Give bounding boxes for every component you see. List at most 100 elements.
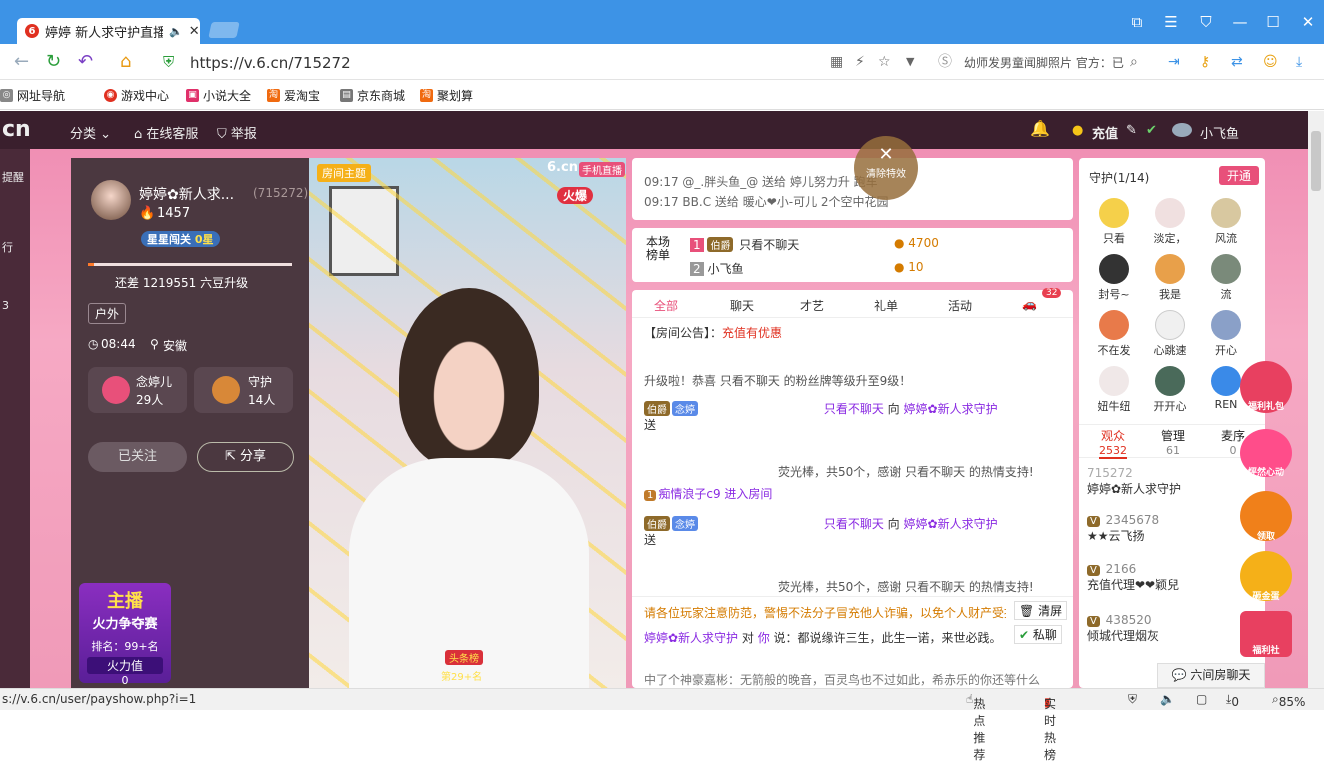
- fanclub-button[interactable]: 念婷儿 29人: [88, 367, 187, 413]
- audience-row[interactable]: V 2166 充值代理❤❤颖兒: [1087, 562, 1179, 593]
- qrcode-icon[interactable]: ▦: [830, 52, 843, 72]
- dropdown-icon[interactable]: ▼: [906, 52, 914, 72]
- guard-button[interactable]: 守护 14人: [194, 367, 293, 413]
- live-video[interactable]: 房间主题 6.cn 手机直播 火爆 头条榜 第29+名: [309, 158, 626, 688]
- tab-count-icon[interactable]: ⧉: [1126, 12, 1148, 32]
- clear-effects-button[interactable]: ✕ 清除特效: [854, 136, 918, 200]
- close-window-icon[interactable]: ✕: [1297, 12, 1319, 32]
- tab-audience[interactable]: 观众 2532: [1099, 427, 1127, 459]
- leaderboard-row[interactable]: 1 伯爵 只看不聊天: [690, 236, 799, 253]
- room-theme-tag[interactable]: 房间主题: [317, 164, 371, 182]
- mute-icon[interactable]: 🔈: [169, 25, 183, 38]
- welfare-gift-widget[interactable]: 福利礼包: [1240, 361, 1292, 413]
- anchor-avatar[interactable]: [91, 180, 131, 220]
- key-icon[interactable]: ⚷: [1200, 52, 1210, 72]
- bookmark-games[interactable]: ◉ 游戏中心: [104, 87, 169, 104]
- bookmark-novels[interactable]: ▣ 小说大全: [186, 87, 251, 104]
- leaderboard-row[interactable]: 2 小飞鱼: [690, 260, 743, 277]
- guard-item[interactable]: 心跳速: [1143, 310, 1197, 358]
- home-icon[interactable]: ⌂: [120, 52, 131, 72]
- download-icon[interactable]: ⤓: [1296, 52, 1302, 72]
- scrollbar-thumb[interactable]: [1311, 131, 1321, 191]
- follow-button[interactable]: 已关注: [88, 442, 187, 472]
- open-guard-button[interactable]: 开通: [1219, 166, 1260, 185]
- tab-all[interactable]: 全部: [654, 297, 678, 314]
- minimize-icon[interactable]: —: [1229, 12, 1251, 32]
- level-badge[interactable]: 星星闯关 0星: [141, 231, 220, 247]
- guard-item[interactable]: 我是: [1143, 254, 1197, 302]
- anchor-name[interactable]: 婷婷✿新人求...: [139, 184, 234, 204]
- emoji-icon[interactable]: ☺: [1263, 52, 1278, 72]
- share-button[interactable]: ⇱ 分享: [197, 442, 294, 472]
- edit-icon[interactable]: ✎: [1126, 123, 1137, 138]
- bookmark-nav[interactable]: ◎ 网址导航: [0, 87, 65, 104]
- recharge-link[interactable]: 充值: [1092, 123, 1118, 142]
- strip-link-3[interactable]: 3: [2, 299, 9, 312]
- heart-widget[interactable]: 怦然心动: [1240, 429, 1292, 478]
- undo-icon[interactable]: ↶: [78, 52, 93, 72]
- search-icon[interactable]: ⌕: [1130, 52, 1138, 72]
- translate-icon[interactable]: ⇄: [1231, 52, 1243, 72]
- guard-item[interactable]: 只看: [1087, 198, 1141, 246]
- tab-gifts[interactable]: 礼单: [874, 297, 898, 314]
- login-icon[interactable]: ⇥: [1168, 52, 1180, 72]
- new-tab-button[interactable]: [208, 22, 240, 38]
- guard-item[interactable]: 开开心: [1143, 366, 1197, 414]
- hot-recommend[interactable]: ☝ 热点推荐: [966, 692, 985, 762]
- back-icon[interactable]: ←: [14, 52, 29, 72]
- menu-icon[interactable]: ☰: [1160, 12, 1182, 32]
- private-chat-button[interactable]: ✔ 私聊: [1014, 625, 1062, 644]
- close-tab-icon[interactable]: ✕: [189, 24, 200, 39]
- category-tag[interactable]: 户外: [88, 303, 127, 324]
- announcement-link[interactable]: 充值有优惠: [722, 326, 782, 340]
- nav-support[interactable]: ⌂ 在线客服: [134, 123, 198, 142]
- clear-screen-button[interactable]: 🗑 清屏: [1014, 601, 1068, 620]
- audience-row[interactable]: 715272 婷婷✿新人求守护: [1087, 466, 1181, 497]
- tab-chat[interactable]: 聊天: [730, 297, 754, 314]
- zoom-control[interactable]: ⌕ 85%: [1272, 692, 1305, 709]
- tab-admins[interactable]: 管理 61: [1161, 427, 1185, 457]
- page-scrollbar[interactable]: [1308, 111, 1324, 688]
- headline-tag[interactable]: 头条榜: [445, 650, 483, 665]
- site-logo[interactable]: cn: [2, 117, 31, 142]
- guard-item[interactable]: 开心: [1199, 310, 1253, 358]
- bookmark-jd[interactable]: ▤ 京东商城: [340, 87, 405, 104]
- nav-category[interactable]: 分类 ⌄: [70, 123, 111, 142]
- guard-item[interactable]: 妞牛纽: [1087, 366, 1141, 414]
- guard-item[interactable]: 淡定，: [1143, 198, 1197, 246]
- tab-events[interactable]: 活动: [948, 297, 972, 314]
- user-avatar[interactable]: [1172, 123, 1192, 137]
- claim-widget[interactable]: 领取: [1240, 491, 1292, 542]
- chat-launcher[interactable]: 💬 六间房聊天: [1157, 663, 1265, 688]
- remind-link[interactable]: 提醒: [2, 169, 24, 185]
- refresh-icon[interactable]: ↻: [46, 52, 61, 72]
- shield-icon[interactable]: ⛨: [1128, 692, 1137, 707]
- bookmark-juhuasuan[interactable]: 淘聚划算: [420, 87, 473, 104]
- audience-row[interactable]: V 438520 倾城代理烟灰: [1087, 613, 1159, 644]
- lightning-icon[interactable]: ⚡: [855, 52, 865, 72]
- guard-item[interactable]: 流: [1199, 254, 1253, 302]
- browser-tab-active[interactable]: 6 婷婷 新人求守护直播 🔈 ✕: [17, 18, 200, 44]
- bookmark-taobao[interactable]: 淘爱淘宝: [267, 87, 320, 104]
- url-field[interactable]: https://v.6.cn/715272: [190, 54, 351, 72]
- welfare-shop-widget[interactable]: 福利社: [1240, 611, 1292, 657]
- maximize-icon[interactable]: ☐: [1262, 12, 1284, 32]
- screenshot-icon[interactable]: ▢: [1196, 692, 1207, 706]
- audience-row[interactable]: V 2345678 ★★云飞扬: [1087, 513, 1159, 544]
- star-icon[interactable]: ☆: [878, 52, 891, 72]
- guard-item[interactable]: 封号~: [1087, 254, 1141, 302]
- guard-item[interactable]: 风流: [1199, 198, 1253, 246]
- bell-icon[interactable]: 🔔: [1030, 119, 1050, 138]
- strip-link-2[interactable]: 行: [2, 239, 13, 255]
- download-status[interactable]: ⤓ 0: [1226, 692, 1239, 709]
- skin-icon[interactable]: ⛉: [1195, 12, 1217, 32]
- sound-icon[interactable]: 🔈: [1160, 692, 1175, 706]
- username[interactable]: 小飞鱼: [1200, 123, 1239, 142]
- car-icon[interactable]: 🚗: [1022, 297, 1037, 311]
- nav-report[interactable]: ⛉ 举报: [217, 123, 257, 142]
- guard-item[interactable]: 不在发: [1087, 310, 1141, 358]
- tab-talent[interactable]: 才艺: [800, 297, 824, 314]
- search-field[interactable]: 幼师发男童闻脚照片 官方：已: [964, 54, 1124, 71]
- golden-egg-widget[interactable]: 砸金蛋: [1240, 551, 1292, 602]
- search-engine-icon[interactable]: Ⓢ: [938, 52, 952, 72]
